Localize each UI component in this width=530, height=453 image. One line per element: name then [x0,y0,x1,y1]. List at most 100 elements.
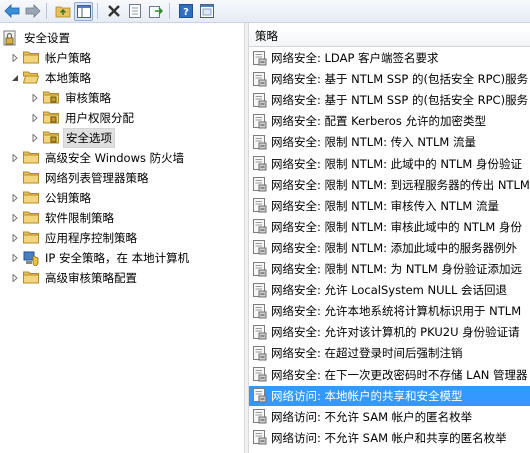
help-icon[interactable]: ? [176,2,195,21]
column-header-label: 策略 [255,29,278,43]
policy-list-item[interactable]: 网络安全: LDAP 客户端签名要求 [249,48,530,68]
policy-name: 网络安全: 限制 NTLM: 审核此域中的 NTLM 身份 [271,219,522,234]
policy-name: 网络访问: 本地帐户的共享和安全模型 [271,388,463,403]
folder-icon [23,50,39,66]
policy-list-item[interactable]: 网络安全: 基于 NTLM SSP 的(包括安全 RPC)服务 [249,69,530,89]
tree-label: 安全选项 [63,128,115,148]
svg-text:?: ? [183,7,189,18]
tree-item-user-rights[interactable]: 用户权限分配 [30,108,136,128]
policy-list-item[interactable]: 网络安全: 限制 NTLM: 此域中的 NTLM 身份验证 [249,154,530,174]
collapse-arrow-icon[interactable] [10,73,20,83]
policy-list-item[interactable]: 网络安全: 限制 NTLM: 添加此域中的服务器例外 [249,238,530,258]
toolbar-separator [46,3,47,19]
policy-setting-icon [253,261,267,276]
tree-item-public-key[interactable]: 公钥策略 [10,188,93,208]
policy-name: 网络安全: 限制 NTLM: 传入 NTLM 流量 [271,135,476,150]
policy-list-item[interactable]: 网络访问: 本地帐户的共享和安全模型 [249,385,530,406]
properties-icon[interactable] [125,2,144,21]
folder-icon [23,190,39,206]
expand-arrow-icon[interactable] [30,93,40,103]
tree-label: 本地策略 [45,71,91,85]
policy-list-item[interactable]: 网络访问: 不允许 SAM 帐户的匿名枚举 [249,407,530,427]
tree-label: 高级审核策略配置 [45,271,137,285]
policy-setting-icon [253,324,267,340]
policy-setting-icon [253,50,267,65]
folder-lock-icon [43,90,59,106]
back-arrow-icon[interactable] [2,2,21,21]
policy-setting-icon [253,113,267,129]
expand-arrow-icon[interactable] [10,253,20,263]
tree-label: 应用程序控制策略 [45,231,137,245]
policy-setting-icon [253,219,267,234]
folder-open-icon [22,70,40,86]
policy-list-item[interactable]: 网络安全: 限制 NTLM: 审核传入 NTLM 流量 [249,196,530,216]
expand-arrow-icon[interactable] [10,153,20,163]
policy-list-item[interactable]: 网络安全: 在超过登录时间后强制注销 [249,343,530,363]
tree-item-software-restriction[interactable]: 软件限制策略 [10,208,116,228]
policy-setting-icon [253,198,267,213]
policy-list-item[interactable]: 网络安全: 限制 NTLM: 为 NTLM 身份验证添加远 [249,259,530,279]
tree-label: 公钥策略 [45,191,91,205]
policy-list-item[interactable]: 网络安全: 限制 NTLM: 到远程服务器的传出 NTLM [249,175,530,195]
policy-setting-icon [253,156,267,171]
tree-label: 审核策略 [65,91,111,105]
policy-setting-icon [253,367,267,382]
policy-name: 网络安全: LDAP 客户端签名要求 [271,51,439,65]
folder-icon [23,230,39,246]
tree-item-local-policies[interactable]: 本地策略 [10,68,93,88]
tree-item-account-policies[interactable]: 帐户策略 [10,48,93,68]
tree-label: 安全设置 [24,31,70,45]
tree-item-ipsec[interactable]: IP 安全策略，在 本地计算机 [10,248,191,268]
policy-setting-icon [253,177,267,192]
up-folder-icon[interactable] [53,2,72,21]
tree-item-audit-policy[interactable]: 审核策略 [30,88,113,108]
expand-arrow-icon[interactable] [10,53,20,63]
folder-lock-icon [43,110,59,126]
policy-list-item[interactable]: 网络安全: 限制 NTLM: 传入 NTLM 流量 [249,132,530,152]
show-tree-icon[interactable] [74,1,93,21]
console-icon[interactable] [197,2,216,21]
policy-list-item[interactable]: 网络安全: 基于 NTLM SSP 的(包括安全 RPC)服务 [249,90,530,110]
expand-arrow-icon[interactable] [30,133,40,143]
export-icon[interactable] [146,2,165,21]
policy-name: 网络安全: 在下一次更改密码时不存储 LAN 管理器 [271,367,528,382]
column-header-policy[interactable]: 策略 [249,26,530,47]
expand-arrow-icon[interactable] [30,113,40,123]
folder-lock-icon [43,130,59,146]
ipsec-policy-icon [23,250,39,267]
policy-list-item[interactable]: 网络安全: 允许本地系统将计算机标识用于 NTLM [249,301,530,321]
tree-item-advanced-audit[interactable]: 高级审核策略配置 [10,268,139,288]
folder-icon [23,170,39,186]
expand-arrow-icon[interactable] [10,273,20,283]
policy-name: 网络安全: 限制 NTLM: 此域中的 NTLM 身份验证 [271,156,522,171]
policy-name: 网络安全: 限制 NTLM: 到远程服务器的传出 NTLM [271,177,530,192]
expand-arrow-icon[interactable] [10,213,20,223]
policy-setting-icon [253,134,267,150]
policy-list-item[interactable]: 网络安全: 配置 Kerberos 允许的加密类型 [249,111,530,131]
tree-item-network-list[interactable]: 网络列表管理器策略 [23,168,151,188]
policy-list-item[interactable]: 网络安全: 在下一次更改密码时不存储 LAN 管理器 [249,365,530,385]
folder-icon [23,150,39,166]
policy-name: 网络安全: 允许本地系统将计算机标识用于 NTLM [271,304,522,319]
delete-icon[interactable] [104,2,123,21]
policy-setting-icon [253,71,267,87]
forward-arrow-icon[interactable] [23,2,42,21]
tree-item-root[interactable]: 安全设置 [2,28,72,48]
tree-item-security-options[interactable]: 安全选项 [30,128,115,148]
tree-item-firewall[interactable]: 高级安全 Windows 防火墙 [10,148,186,168]
policy-setting-icon [253,345,267,361]
policy-name: 网络安全: 基于 NTLM SSP 的(包括安全 RPC)服务 [271,72,529,87]
expand-arrow-icon[interactable] [10,233,20,243]
expand-arrow-icon[interactable] [10,193,20,203]
policy-name: 网络安全: 限制 NTLM: 审核传入 NTLM 流量 [271,198,499,213]
policy-list-item[interactable]: 网络安全: 限制 NTLM: 审核此域中的 NTLM 身份 [249,217,530,237]
tree-label: 高级安全 Windows 防火墙 [45,151,185,165]
policy-list-item[interactable]: 网络安全: 允许 LocalSystem NULL 会话回退 [249,280,530,300]
tree-label: 帐户策略 [45,51,91,65]
tree-item-app-control[interactable]: 应用程序控制策略 [10,228,139,248]
policy-name: 网络安全: 限制 NTLM: 添加此域中的服务器例外 [271,240,518,255]
policy-name: 网络访问: 不允许 SAM 帐户和共享的匿名枚举 [271,430,507,445]
policy-name: 网络访问: 不允许 SAM 帐户的匿名枚举 [271,409,473,424]
policy-list-item[interactable]: 网络访问: 不允许 SAM 帐户和共享的匿名枚举 [249,428,530,448]
policy-list-item[interactable]: 网络安全: 允许对该计算机的 PKU2U 身份验证请 [249,322,530,342]
